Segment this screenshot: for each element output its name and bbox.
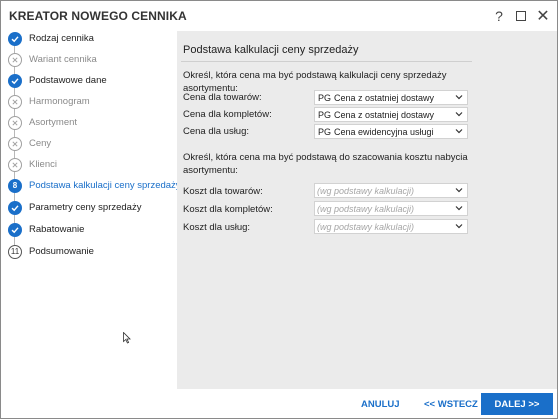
step-label: Podstawowe dane bbox=[29, 75, 107, 86]
close-icon: ✕ bbox=[536, 8, 550, 25]
cancel-button[interactable]: ANULUJ bbox=[361, 399, 400, 410]
help-icon: ? bbox=[495, 8, 503, 24]
check-icon bbox=[8, 31, 22, 46]
steps-sidebar: Rodzaj cennika Wariant cennika Podstawow… bbox=[1, 27, 181, 418]
cost-services-label: Koszt dla usług: bbox=[183, 222, 251, 233]
price-goods-select[interactable]: PG Cena z ostatniej dostawy bbox=[314, 90, 468, 105]
cost-placeholder: (wg podstawy kalkulacji) bbox=[317, 203, 415, 214]
check-icon bbox=[8, 73, 22, 88]
window-title: KREATOR NOWEGO CENNIKA bbox=[9, 9, 187, 23]
check-icon bbox=[8, 200, 22, 215]
chevron-down-icon bbox=[455, 186, 463, 196]
chevron-down-icon bbox=[455, 222, 463, 232]
maximize-button[interactable] bbox=[511, 6, 531, 26]
step-rodzaj-cennika[interactable]: Rodzaj cennika bbox=[1, 28, 177, 49]
step-podsumowanie[interactable]: 11 Podsumowanie bbox=[1, 241, 177, 262]
step-ceny[interactable]: Ceny bbox=[1, 133, 177, 154]
cost-sets-label: Koszt dla kompletów: bbox=[183, 204, 273, 215]
wizard-window: KREATOR NOWEGO CENNIKA ? ✕ Rodzaj cennik… bbox=[0, 0, 558, 419]
cost-services-select[interactable]: (wg podstawy kalkulacji) bbox=[314, 219, 468, 234]
step-rabatowanie[interactable]: Rabatowanie bbox=[1, 219, 177, 240]
main-panel: Podstawa kalkulacji ceny sprzedaży Okreś… bbox=[177, 31, 557, 389]
step-label: Wariant cennika bbox=[29, 54, 97, 65]
cost-placeholder: (wg podstawy kalkulacji) bbox=[317, 185, 415, 196]
chevron-down-icon bbox=[455, 93, 463, 103]
cross-icon bbox=[8, 94, 22, 109]
cross-icon bbox=[8, 136, 22, 151]
wizard-footer: ANULUJ << WSTECZ DALEJ >> bbox=[177, 389, 557, 418]
step-podstawowe-dane[interactable]: Podstawowe dane bbox=[1, 70, 177, 91]
step-label: Podstawa kalkulacji ceny sprzedaży bbox=[29, 180, 181, 191]
price-sets-label: Cena dla kompletów: bbox=[183, 109, 272, 120]
cross-icon bbox=[8, 52, 22, 67]
price-code: PG bbox=[318, 126, 332, 137]
step-parametry-ceny[interactable]: Parametry ceny sprzedaży bbox=[1, 197, 177, 218]
cost-placeholder: (wg podstawy kalkulacji) bbox=[317, 221, 415, 232]
section-title: Podstawa kalkulacji ceny sprzedaży bbox=[183, 44, 359, 56]
step-label: Klienci bbox=[29, 159, 57, 170]
step-label: Rabatowanie bbox=[29, 224, 85, 235]
price-value: Cena z ostatniej dostawy bbox=[334, 109, 435, 120]
cost-goods-select[interactable]: (wg podstawy kalkulacji) bbox=[314, 183, 468, 198]
step-label: Ceny bbox=[29, 138, 52, 149]
step-label: Asortyment bbox=[29, 117, 78, 128]
step-number-badge: 8 bbox=[8, 178, 22, 193]
step-label: Parametry ceny sprzedaży bbox=[29, 202, 142, 213]
price-value: Cena ewidencyjna usługi bbox=[334, 126, 434, 137]
chevron-down-icon bbox=[455, 204, 463, 214]
next-button[interactable]: DALEJ >> bbox=[481, 393, 553, 415]
price-services-select[interactable]: PG Cena ewidencyjna usługi bbox=[314, 124, 468, 139]
price-services-label: Cena dla usług: bbox=[183, 126, 250, 137]
cost-sets-select[interactable]: (wg podstawy kalkulacji) bbox=[314, 201, 468, 216]
chevron-down-icon bbox=[455, 127, 463, 137]
step-asortyment[interactable]: Asortyment bbox=[1, 112, 177, 133]
step-klienci[interactable]: Klienci bbox=[1, 154, 177, 175]
step-harmonogram[interactable]: Harmonogram bbox=[1, 91, 177, 112]
price-code: PG bbox=[318, 109, 332, 120]
mouse-cursor-icon bbox=[123, 331, 131, 349]
cost-description: Określ, która cena ma być podstawą do sz… bbox=[183, 152, 468, 176]
step-number-badge: 11 bbox=[8, 244, 22, 259]
close-button[interactable]: ✕ bbox=[533, 6, 553, 26]
price-sets-select[interactable]: PG Cena z ostatniej dostawy bbox=[314, 107, 468, 122]
step-podstawa-kalkulacji[interactable]: 8 Podstawa kalkulacji ceny sprzedaży bbox=[1, 175, 181, 196]
step-wariant-cennika[interactable]: Wariant cennika bbox=[1, 49, 177, 70]
step-label: Rodzaj cennika bbox=[29, 33, 94, 44]
chevron-down-icon bbox=[455, 110, 463, 120]
check-icon bbox=[8, 222, 22, 237]
step-label: Podsumowanie bbox=[29, 246, 94, 257]
section-divider bbox=[181, 61, 472, 62]
cross-icon bbox=[8, 157, 22, 172]
cost-goods-label: Koszt dla towarów: bbox=[183, 186, 263, 197]
help-button[interactable]: ? bbox=[489, 6, 509, 26]
back-button[interactable]: << WSTECZ bbox=[424, 399, 478, 410]
price-code: PG bbox=[318, 92, 332, 103]
maximize-icon bbox=[516, 11, 526, 21]
cross-icon bbox=[8, 115, 22, 130]
price-goods-label: Cena dla towarów: bbox=[183, 92, 262, 103]
step-label: Harmonogram bbox=[29, 96, 90, 107]
price-value: Cena z ostatniej dostawy bbox=[334, 92, 435, 103]
